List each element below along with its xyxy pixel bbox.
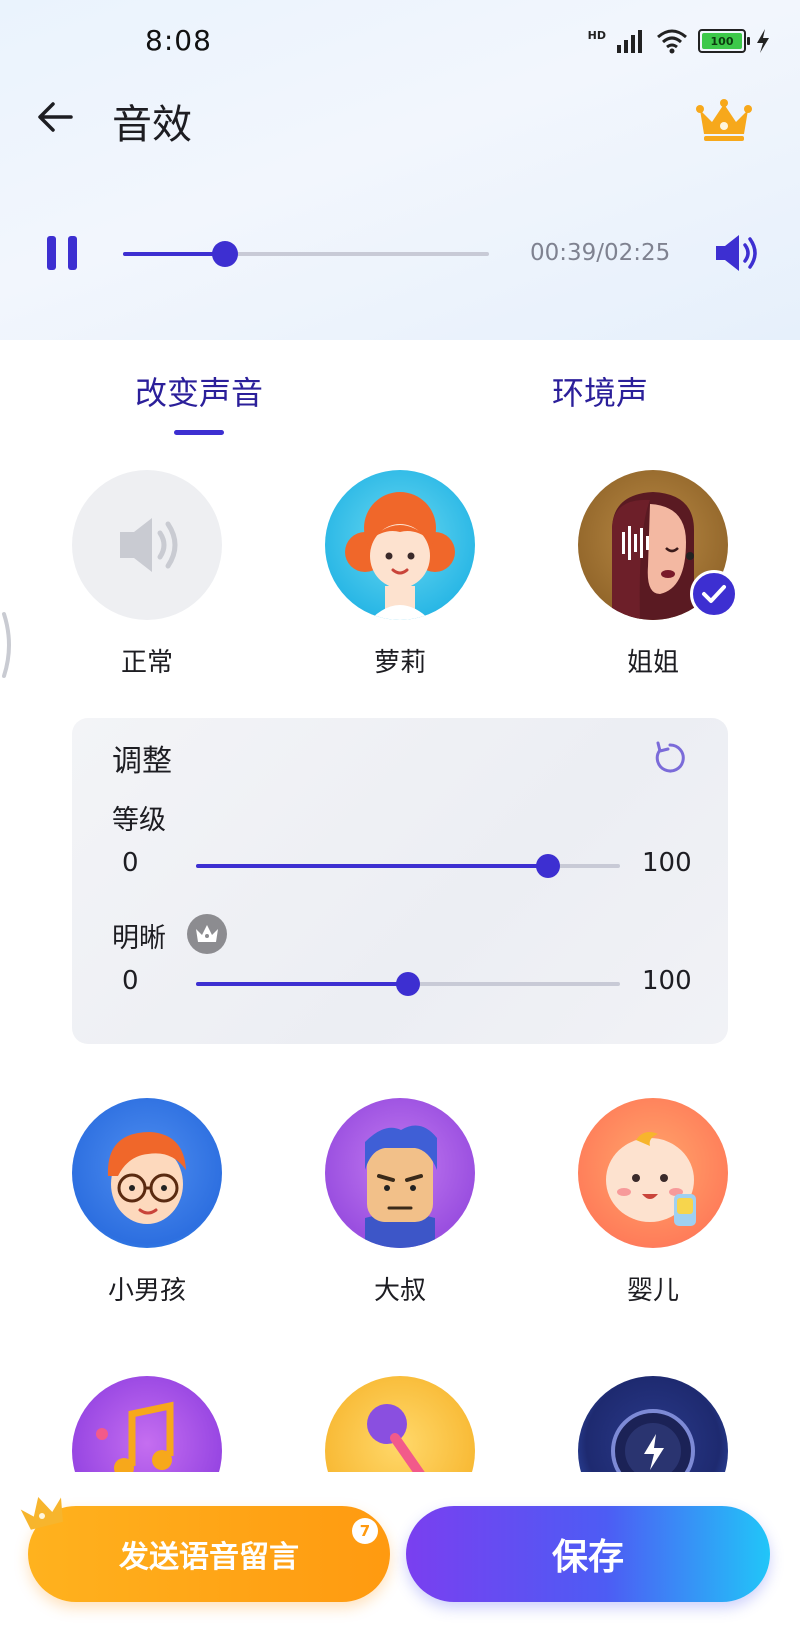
- level-slider[interactable]: [196, 854, 620, 878]
- status-icons: HD 100: [588, 26, 770, 56]
- battery-icon: 100: [698, 29, 750, 53]
- notification-badge: 7: [352, 1518, 378, 1544]
- premium-crown-icon: [20, 1496, 63, 1530]
- adjust-panel: 调整 等级 0 100 明晰 0 100: [72, 718, 728, 1044]
- voice-option-karaoke[interactable]: [325, 1376, 475, 1472]
- voice-label: 姐姐: [626, 648, 679, 678]
- premium-crown-icon[interactable]: [694, 98, 754, 142]
- voice-option-music[interactable]: [72, 1376, 222, 1472]
- wifi-icon: [657, 29, 687, 54]
- send-voice-message-button[interactable]: 发送语音留言: [28, 1506, 390, 1602]
- girl-avatar-icon: [345, 492, 455, 620]
- voice-avatar: [72, 470, 222, 620]
- slider-max-level: 100: [642, 848, 692, 878]
- voice-avatar: [72, 1098, 222, 1248]
- boy-avatar-icon: [107, 1132, 186, 1224]
- clarity-slider-fill: [196, 982, 408, 986]
- slider-min-level: 0: [122, 848, 139, 878]
- uncle-avatar-icon: [365, 1125, 437, 1248]
- voice-label: 小男孩: [107, 1276, 186, 1306]
- volume-icon[interactable]: [713, 231, 761, 275]
- playback-progress-fill: [123, 252, 226, 256]
- voice-option-uncle[interactable]: 大叔: [325, 1098, 475, 1307]
- voice-label: 大叔: [373, 1276, 426, 1306]
- microphone-icon: [367, 1404, 425, 1472]
- slider-max-clarity: 100: [642, 966, 692, 996]
- save-button[interactable]: 保存: [406, 1506, 770, 1602]
- music-note-icon: [96, 1401, 174, 1472]
- voice-label: 婴儿: [626, 1276, 679, 1306]
- tab-ambient-sound[interactable]: 环境声: [552, 368, 648, 414]
- signal-icon: [617, 30, 642, 53]
- charging-icon: [757, 29, 769, 53]
- edge-handle-icon[interactable]: [0, 610, 18, 680]
- voice-option-loli[interactable]: 萝莉: [325, 470, 475, 679]
- voice-avatar: [578, 1098, 728, 1248]
- tab-active-indicator: [174, 430, 224, 435]
- baby-avatar-icon: [606, 1132, 696, 1226]
- slider-min-clarity: 0: [122, 966, 139, 996]
- voice-label: 正常: [120, 648, 173, 678]
- reset-icon[interactable]: [652, 740, 688, 776]
- slider-label-level: 等级: [112, 805, 166, 836]
- selected-check-icon: [690, 570, 738, 618]
- network-label: HD: [587, 28, 606, 42]
- level-slider-handle[interactable]: [535, 854, 560, 878]
- adjust-title: 调整: [112, 744, 172, 779]
- back-arrow-icon[interactable]: [35, 95, 75, 139]
- speaker-icon: [120, 518, 178, 572]
- voice-avatar: [325, 1098, 475, 1248]
- voice-label: 萝莉: [373, 648, 426, 678]
- tab-change-voice[interactable]: 改变声音: [135, 368, 263, 414]
- voice-option-little-boy[interactable]: 小男孩: [72, 1098, 222, 1307]
- premium-badge-icon: [187, 914, 227, 954]
- pause-button[interactable]: [44, 236, 84, 272]
- voice-option-baby[interactable]: 婴儿: [578, 1098, 728, 1307]
- voice-avatar: [325, 470, 475, 620]
- clarity-slider[interactable]: [196, 972, 620, 996]
- level-slider-fill: [196, 864, 548, 868]
- voice-row-partial: [0, 1376, 800, 1472]
- status-time: 8:08: [145, 24, 212, 57]
- knob-bolt-icon: [611, 1409, 695, 1472]
- playback-progress-bar[interactable]: [123, 241, 489, 267]
- clarity-slider-handle[interactable]: [396, 972, 420, 996]
- voice-option-normal[interactable]: 正常: [72, 470, 222, 679]
- playback-time: 00:39/02:25: [530, 240, 671, 266]
- voice-option-electronic[interactable]: [578, 1376, 728, 1472]
- page-title: 音效: [112, 102, 192, 148]
- battery-level: 100: [710, 34, 734, 48]
- slider-label-clarity: 明晰: [112, 923, 166, 954]
